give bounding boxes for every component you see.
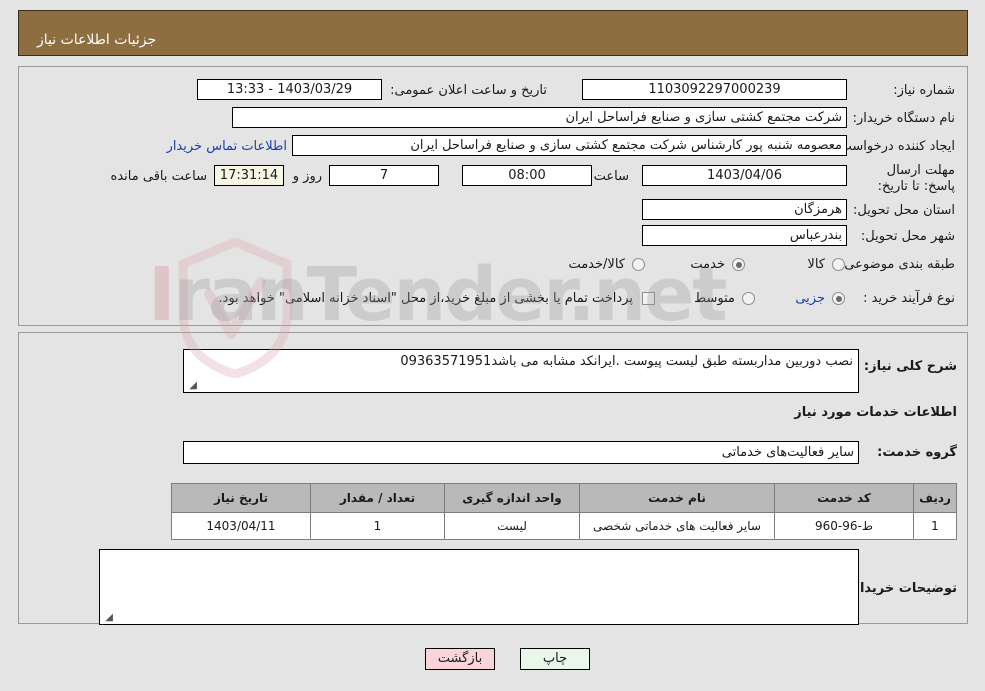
delivery-city-value: بندرعباس xyxy=(642,225,847,246)
resize-grip-icon[interactable]: ◢ xyxy=(103,613,113,623)
process-type-label: نوع فرآیند خرید : xyxy=(863,291,955,306)
col-service-code: کد خدمت xyxy=(774,483,914,513)
cell-unit: لیست xyxy=(444,512,580,540)
category-label: طبقه بندی موضوعی: xyxy=(839,257,955,272)
need-number-value: 1103092297000239 xyxy=(582,79,847,100)
buyer-org-value: شرکت مجتمع کشتی سازی و صنایع فراساحل ایر… xyxy=(232,107,847,128)
services-table: ردیف کد خدمت نام خدمت واحد اندازه گیری ت… xyxy=(171,483,957,540)
page-title: جزئیات اطلاعات نیاز xyxy=(37,32,157,48)
service-group-value: سایر فعالیت‌های خدماتی xyxy=(183,441,859,464)
delivery-province-label: استان محل تحویل: xyxy=(853,203,955,218)
buyer-notes-textarea[interactable]: ◢ xyxy=(99,549,859,625)
cell-radif: 1 xyxy=(913,512,957,540)
delivery-province-value: هرمزگان xyxy=(642,199,847,220)
remaining-days-value: 7 xyxy=(329,165,439,186)
need-number-label: شماره نیاز: xyxy=(893,83,955,98)
radio-process-jozei[interactable] xyxy=(832,292,845,305)
buyer-org-label: نام دستگاه خریدار: xyxy=(852,111,955,126)
col-quantity: تعداد / مقدار xyxy=(310,483,445,513)
window-title-bar: جزئیات اطلاعات نیاز xyxy=(18,10,968,56)
need-info-panel: شماره نیاز: 1103092297000239 تاریخ و ساع… xyxy=(18,66,968,326)
general-description-textarea[interactable]: نصب دوربین مداربسته طبق لیست پیوست .ایرا… xyxy=(183,349,859,393)
radio-process-motavaset[interactable] xyxy=(742,292,755,305)
radio-category-kala[interactable] xyxy=(832,258,845,271)
islamic-treasury-note: پرداخت تمام یا بخشی از مبلغ خرید،از محل … xyxy=(218,291,633,306)
remaining-days-label: روز و xyxy=(292,169,322,184)
resize-grip-icon[interactable]: ◢ xyxy=(187,381,197,391)
deadline-hour-label: ساعت xyxy=(593,169,629,184)
print-button[interactable]: چاپ xyxy=(520,648,590,670)
request-creator-value: معصومه شنبه پور کارشناس شرکت مجتمع کشتی … xyxy=(292,135,847,156)
buyer-notes-label: توضیحات خریدار: xyxy=(847,581,957,596)
countdown-label: ساعت باقی مانده xyxy=(110,169,207,184)
back-button[interactable]: بازگشت xyxy=(425,648,495,670)
radio-process-motavaset-label: متوسط xyxy=(694,291,735,306)
service-group-label: گروه خدمت: xyxy=(877,445,957,460)
countdown-timer-value: 17:31:14 xyxy=(214,165,284,186)
services-section-heading: اطلاعات خدمات مورد نیاز xyxy=(794,405,957,420)
deadline-label: مهلت ارسال پاسخ: تا تاریخ: xyxy=(877,163,955,194)
col-service-name: نام خدمت xyxy=(579,483,775,513)
delivery-city-label: شهر محل تحویل: xyxy=(860,229,955,244)
radio-process-jozei-label: جزیی xyxy=(795,291,825,306)
cell-service-code: ط-96-960 xyxy=(774,512,914,540)
table-header-row: ردیف کد خدمت نام خدمت واحد اندازه گیری ت… xyxy=(171,483,957,513)
announce-date-label: تاریخ و ساعت اعلان عمومی: xyxy=(390,83,547,98)
radio-category-kala-khedmat-label: کالا/خدمت xyxy=(568,257,625,272)
page-root: جزئیات اطلاعات نیاز شماره نیاز: 11030922… xyxy=(0,0,985,691)
cell-quantity: 1 xyxy=(310,512,445,540)
radio-category-khedmat-label: خدمت xyxy=(690,257,725,272)
general-description-value: نصب دوربین مداربسته طبق لیست پیوست .ایرا… xyxy=(400,354,853,369)
cell-service-name: سایر فعالیت های خدماتی شخصی xyxy=(579,512,775,540)
cell-need-date: 1403/04/11 xyxy=(171,512,311,540)
table-row: 1 ط-96-960 سایر فعالیت های خدماتی شخصی ل… xyxy=(171,512,957,540)
need-details-panel: شرح کلی نیاز: نصب دوربین مداربسته طبق لی… xyxy=(18,332,968,625)
deadline-hour-value: 08:00 xyxy=(462,165,592,186)
radio-category-kala-khedmat[interactable] xyxy=(632,258,645,271)
general-description-label: شرح کلی نیاز: xyxy=(863,359,957,374)
radio-category-kala-label: کالا xyxy=(807,257,825,272)
request-creator-label: ایجاد کننده درخواست: xyxy=(835,139,955,154)
checkbox-islamic-treasury[interactable] xyxy=(642,292,655,305)
deadline-date-value: 1403/04/06 xyxy=(642,165,847,186)
col-unit: واحد اندازه گیری xyxy=(444,483,580,513)
radio-category-khedmat[interactable] xyxy=(732,258,745,271)
col-need-date: تاریخ نیاز xyxy=(171,483,311,513)
announce-date-value: 1403/03/29 - 13:33 xyxy=(197,79,382,100)
buyer-contact-link[interactable]: اطلاعات تماس خریدار xyxy=(167,139,287,154)
col-radif: ردیف xyxy=(913,483,957,513)
